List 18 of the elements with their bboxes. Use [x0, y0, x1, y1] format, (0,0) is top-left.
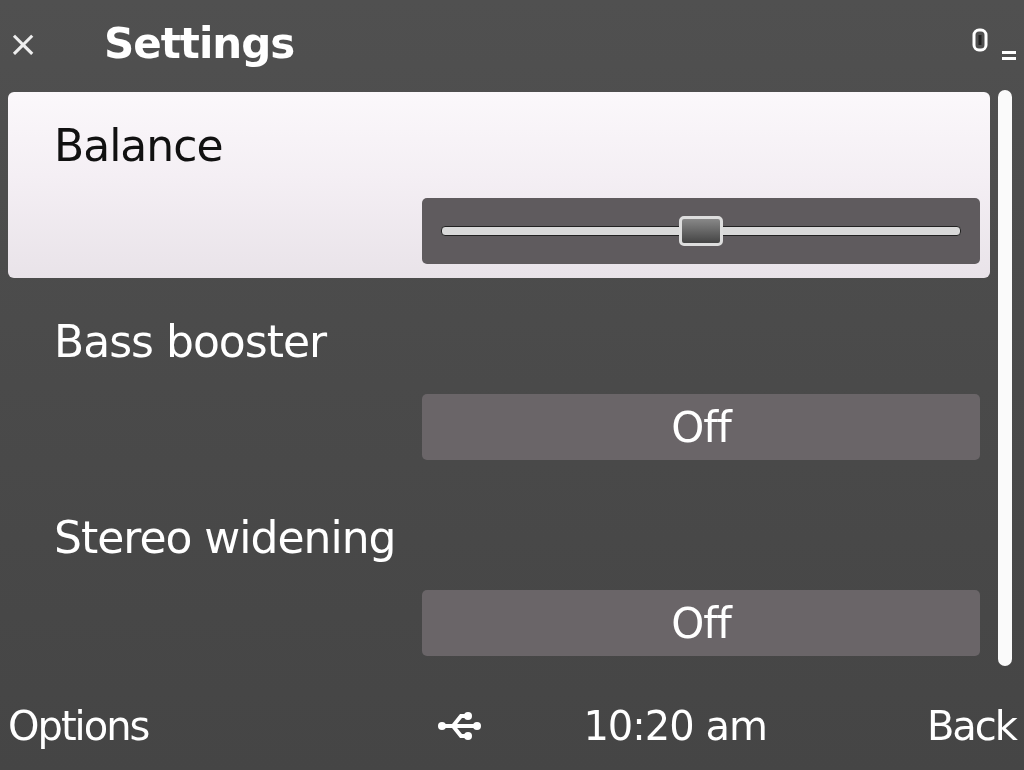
battery-icon: [972, 28, 988, 52]
setting-row[interactable]: Stereo widening Off: [8, 484, 990, 670]
options-softkey[interactable]: Options: [8, 703, 438, 749]
clock-time: 10:20 am: [583, 703, 767, 749]
setting-row[interactable]: Bass booster Off: [8, 288, 990, 474]
selected-setting-row[interactable]: Balance: [8, 92, 990, 278]
setting-label: Balance: [54, 119, 224, 173]
back-softkey[interactable]: Back: [926, 703, 1016, 749]
value-field[interactable]: Off: [422, 590, 980, 656]
window-title: Settings: [104, 18, 296, 68]
value-field[interactable]: Off: [422, 394, 980, 460]
slider-track[interactable]: [441, 215, 961, 247]
setting-label: Bass booster: [54, 315, 328, 369]
slider-thumb[interactable]: [679, 216, 723, 246]
usb-icon: [437, 710, 484, 742]
close-button[interactable]: ×: [8, 22, 58, 64]
scrollbar-thumb[interactable]: [998, 90, 1012, 666]
setting-label: Stereo widening: [54, 511, 397, 565]
